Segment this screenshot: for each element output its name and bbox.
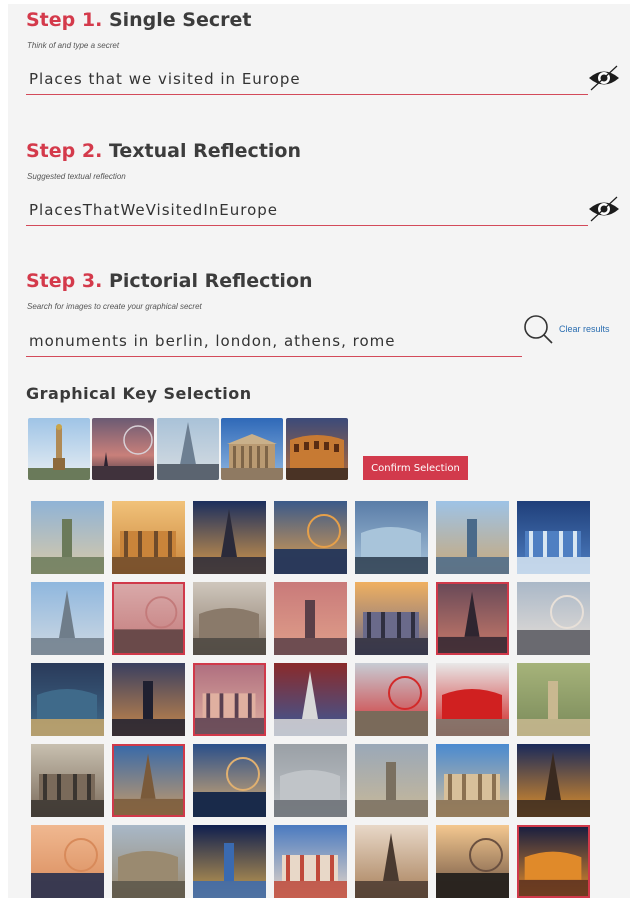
image-result-berlin-street-crowd[interactable] bbox=[193, 582, 266, 655]
toggle-visibility-eye-icon[interactable] bbox=[587, 194, 621, 224]
image-result-st-peters-square[interactable] bbox=[112, 825, 185, 898]
image-result-the-shard[interactable] bbox=[193, 663, 266, 736]
selected-thumb-colosseum[interactable] bbox=[286, 418, 348, 480]
image-result-athens-blurred-city[interactable] bbox=[274, 744, 347, 817]
image-result-colosseum[interactable] bbox=[517, 825, 590, 898]
step3-number: Step 3. bbox=[26, 270, 103, 292]
step1-title-text: Single Secret bbox=[108, 9, 252, 31]
step3-title-text: Pictorial Reflection bbox=[108, 270, 313, 292]
clear-results-link[interactable]: Clear results bbox=[559, 324, 610, 334]
step3-title: Step 3. Pictorial Reflection bbox=[26, 270, 313, 292]
image-search-input[interactable]: monuments in berlin, london, athens, rom… bbox=[26, 326, 522, 357]
image-result-acropolis-hill[interactable] bbox=[31, 744, 104, 817]
secret-input[interactable]: Places that we visited in Europe bbox=[26, 64, 588, 95]
confirm-selection-button[interactable]: Confirm Selection bbox=[363, 456, 468, 480]
step1-hint: Think of and type a secret bbox=[27, 41, 120, 50]
image-result-positano-coast[interactable] bbox=[274, 825, 347, 898]
image-result-vatican-night[interactable] bbox=[193, 825, 266, 898]
step2-title-text: Textual Reflection bbox=[108, 140, 301, 162]
image-result-vatican-spiral-stairs[interactable] bbox=[355, 825, 428, 898]
step2-title: Step 2. Textual Reflection bbox=[26, 140, 301, 162]
graphical-key-selection-title: Graphical Key Selection bbox=[26, 384, 252, 403]
selected-thumb-victory-column[interactable] bbox=[28, 418, 90, 480]
image-result-rome-statue[interactable] bbox=[436, 825, 509, 898]
image-result-london-eye[interactable] bbox=[436, 582, 509, 655]
step1-number: Step 1. bbox=[26, 9, 103, 31]
image-result-thames-sunset[interactable] bbox=[274, 582, 347, 655]
secret-input-value: Places that we visited in Europe bbox=[29, 70, 301, 88]
image-result-st-peters-dome[interactable] bbox=[31, 825, 104, 898]
image-result-visit-berlin-banner[interactable] bbox=[517, 501, 590, 574]
image-result-victory-column[interactable] bbox=[112, 582, 185, 655]
image-result-london-night-river[interactable] bbox=[31, 663, 104, 736]
selected-thumb-the-shard[interactable] bbox=[157, 418, 219, 480]
image-result-parthenon[interactable] bbox=[112, 744, 185, 817]
step3-hint: Search for images to create your graphic… bbox=[27, 302, 202, 311]
search-icon[interactable] bbox=[521, 314, 555, 346]
selected-thumb-london-eye[interactable] bbox=[92, 418, 154, 480]
image-result-acropolis-night[interactable] bbox=[193, 744, 266, 817]
image-result-berlin-skyline[interactable] bbox=[436, 501, 509, 574]
toggle-visibility-eye-icon[interactable] bbox=[587, 63, 621, 93]
image-result-parthenon-columns[interactable] bbox=[436, 744, 509, 817]
image-result-athens-aerial[interactable] bbox=[355, 744, 428, 817]
selected-thumb-parthenon[interactable] bbox=[221, 418, 283, 480]
image-result-berlin-tv-tower-dusk[interactable] bbox=[274, 501, 347, 574]
textual-reflection-input[interactable]: PlacesThatWeVisitedInEurope bbox=[26, 195, 588, 226]
image-result-reichstag-dome[interactable] bbox=[355, 501, 428, 574]
image-result-brandenburg-gate-day[interactable] bbox=[112, 501, 185, 574]
step2-number: Step 2. bbox=[26, 140, 103, 162]
image-result-big-ben-westminster[interactable] bbox=[355, 582, 428, 655]
textual-reflection-value: PlacesThatWeVisitedInEurope bbox=[29, 201, 279, 219]
image-result-colosseum-night[interactable] bbox=[517, 744, 590, 817]
image-result-london-underground-collage[interactable] bbox=[274, 663, 347, 736]
image-search-value: monuments in berlin, london, athens, rom… bbox=[29, 332, 396, 350]
step1-title: Step 1. Single Secret bbox=[26, 9, 251, 31]
image-result-red-bus-big-ben[interactable] bbox=[355, 663, 428, 736]
image-result-brandenburg-gate-night[interactable] bbox=[193, 501, 266, 574]
image-result-berlin-panorama[interactable] bbox=[31, 501, 104, 574]
image-result-westminster-aerial[interactable] bbox=[517, 582, 590, 655]
step2-hint: Suggested textual reflection bbox=[27, 172, 126, 181]
image-result-red-telephone-box[interactable] bbox=[436, 663, 509, 736]
image-result-athens-hillside[interactable] bbox=[517, 663, 590, 736]
image-result-parliament-night[interactable] bbox=[112, 663, 185, 736]
image-result-berlin-cathedral[interactable] bbox=[31, 582, 104, 655]
